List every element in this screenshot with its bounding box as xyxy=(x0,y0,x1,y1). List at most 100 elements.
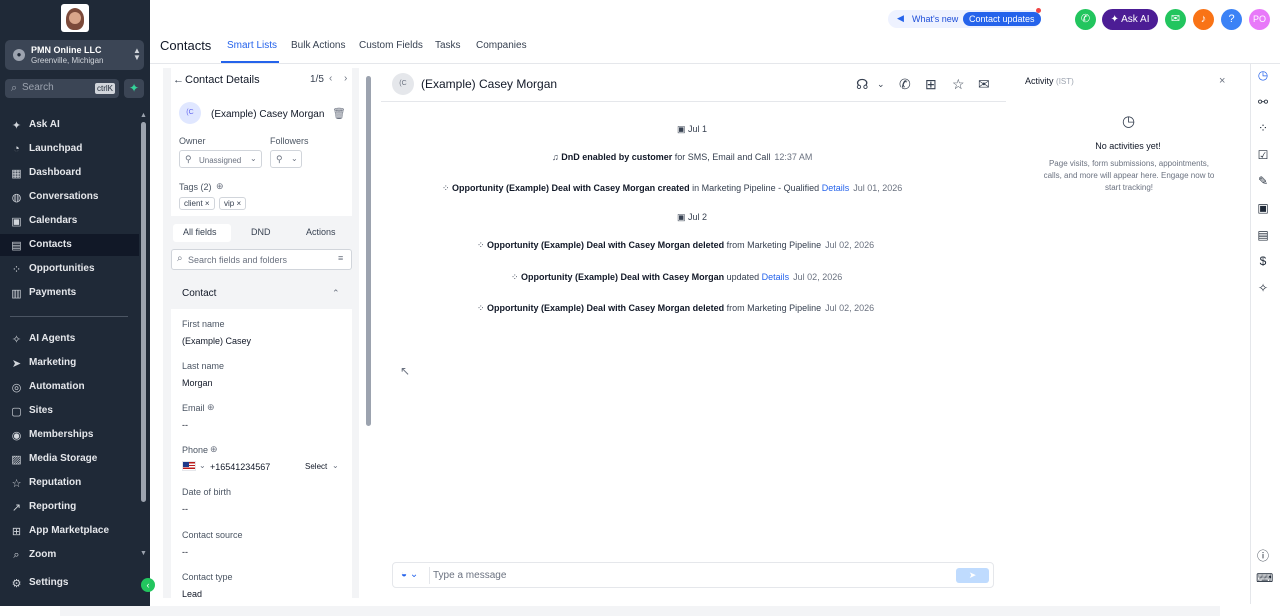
activity-clock-icon[interactable]: ◷ xyxy=(1256,68,1270,82)
collapse-sidebar-button[interactable]: ‹ xyxy=(141,578,155,592)
sidebar-item-memberships[interactable]: ◉ Memberships xyxy=(0,424,139,446)
mail-icon[interactable]: ✉ xyxy=(978,76,990,93)
sidebar-item-reporting[interactable]: ↗ Reporting xyxy=(0,496,139,518)
details-link[interactable]: Details xyxy=(762,272,790,282)
tab-tasks[interactable]: Tasks xyxy=(435,40,461,51)
sidebar-item-sites[interactable]: ▢ Sites xyxy=(0,400,139,422)
followers-label: Followers xyxy=(270,136,309,146)
sidebar-item-marketing[interactable]: ➤ Marketing xyxy=(0,352,139,374)
dob-value[interactable]: -- xyxy=(182,504,188,514)
details-scrollbar[interactable] xyxy=(366,76,371,426)
tag-chip[interactable]: vip × xyxy=(219,197,247,210)
sidebar-item-settings[interactable]: ⚙ Settings xyxy=(0,572,139,594)
workflow-icon[interactable]: ⚯ xyxy=(1256,95,1270,109)
filter-icon[interactable]: ≡ xyxy=(338,253,343,263)
notifications-bell-button[interactable]: ♪ xyxy=(1193,9,1214,30)
message-input[interactable]: Type a message xyxy=(429,567,913,584)
first-name-value[interactable]: (Example) Casey xyxy=(182,336,251,346)
horizontal-scrollbar[interactable] xyxy=(60,606,1220,616)
quick-action-button[interactable]: ✦ xyxy=(124,79,144,98)
fields-search-input[interactable]: ⌕ Search fields and folders ≡ xyxy=(171,249,352,270)
tasks-icon[interactable]: ☑ xyxy=(1256,148,1270,162)
sidebar-item-ask-ai[interactable]: ✦ Ask AI xyxy=(0,114,139,136)
email-value[interactable]: -- xyxy=(182,420,188,430)
help-button[interactable]: ? xyxy=(1221,9,1242,30)
chevron-down-icon[interactable]: ⌄ xyxy=(199,461,206,470)
sidebar-item-automation[interactable]: ◎ Automation xyxy=(0,376,139,398)
sidebar-item-calendars[interactable]: ▣ Calendars xyxy=(0,210,139,232)
sidebar-scrollbar[interactable] xyxy=(141,122,146,502)
folder-add-icon[interactable]: ⊞ xyxy=(925,76,937,93)
first-name-label: First name xyxy=(182,319,225,329)
scroll-down-icon[interactable]: ▼ xyxy=(140,550,147,557)
tab-smart-lists[interactable]: Smart Lists xyxy=(227,40,277,51)
document-icon[interactable]: ▤ xyxy=(1256,228,1270,242)
ask-ai-button[interactable]: ✦ Ask AI xyxy=(1102,9,1158,30)
call-icon[interactable]: ✆ xyxy=(899,76,911,93)
page-title: Contacts xyxy=(160,38,212,53)
scroll-up-icon[interactable]: ▲ xyxy=(140,112,147,119)
tab-companies[interactable]: Companies xyxy=(476,40,527,51)
chevron-down-icon[interactable]: ⌄ xyxy=(877,79,885,90)
ai-sparkle-icon[interactable]: ✧ xyxy=(1256,281,1270,295)
tab-all-fields[interactable]: All fields xyxy=(183,227,217,237)
trash-icon[interactable]: 🗑 xyxy=(332,107,346,120)
phone-type-select[interactable]: Select xyxy=(305,462,327,471)
message-composer: ◒ ⌄ Type a message ➤ xyxy=(392,562,994,588)
announcements-button[interactable]: ✉ xyxy=(1165,9,1186,30)
us-flag-icon[interactable] xyxy=(182,461,196,471)
sidebar-item-launchpad[interactable]: ◔ Launchpad xyxy=(0,138,139,160)
add-email-icon[interactable]: ⊕ xyxy=(207,402,215,413)
bell-icon: ♫ xyxy=(552,152,562,162)
sidebar-item-app-marketplace[interactable]: ⊞ App Marketplace xyxy=(0,520,139,542)
contact-section-header[interactable]: Contact ⌃ xyxy=(171,280,352,308)
last-name-value[interactable]: Morgan xyxy=(182,378,213,388)
info-icon[interactable]: ⓘ xyxy=(1256,547,1270,563)
whats-new-banner[interactable]: ◀ What's new Contact updates xyxy=(888,10,1041,28)
prev-contact-icon[interactable]: ‹ xyxy=(329,73,332,84)
sidebar-search[interactable]: ⌕ Search ctrlK xyxy=(5,79,119,98)
sidebar-item-payments[interactable]: ▥ Payments xyxy=(0,282,139,304)
tab-actions[interactable]: Actions xyxy=(306,227,336,237)
send-button[interactable]: ➤ xyxy=(956,568,989,583)
next-contact-icon[interactable]: › xyxy=(344,73,347,84)
close-icon[interactable]: × xyxy=(1219,75,1225,87)
star-icon[interactable]: ☆ xyxy=(952,76,965,93)
tab-dnd[interactable]: DND xyxy=(251,227,271,237)
owner-select[interactable]: ⚲ Unassigned ⌄ xyxy=(179,150,262,168)
add-tag-icon[interactable]: ⊕ xyxy=(216,181,224,192)
sidebar-item-zoom[interactable]: ⌕ Zoom xyxy=(0,544,139,566)
phone-button[interactable]: ✆ xyxy=(1075,9,1096,30)
contact-updates-badge[interactable]: Contact updates xyxy=(963,12,1041,26)
payments-icon[interactable]: $ xyxy=(1256,254,1270,268)
tab-custom-fields[interactable]: Custom Fields xyxy=(359,40,423,51)
keyboard-icon[interactable]: ⌨ xyxy=(1256,571,1273,585)
account-switcher[interactable]: ● PMN Online LLC Greenville, Michigan ▲ ▼ xyxy=(5,40,144,70)
channel-select-icon[interactable]: ☊ xyxy=(856,76,868,93)
contact-source-value[interactable]: -- xyxy=(182,547,188,557)
calendar-icon[interactable]: ▣ xyxy=(1256,201,1270,215)
message-channel-icon[interactable]: ◒ ⌄ xyxy=(401,569,418,580)
account-name: PMN Online LLC xyxy=(31,45,102,55)
sidebar-item-opportunities[interactable]: ⁘ Opportunities xyxy=(0,258,139,280)
sidebar-item-contacts[interactable]: ▤ Contacts xyxy=(0,234,139,256)
sidebar-item-dashboard[interactable]: ▦ Dashboard xyxy=(0,162,139,184)
sidebar-item-media-storage[interactable]: ▨ Media Storage xyxy=(0,448,139,470)
contacts-icon: ▤ xyxy=(11,240,22,252)
tab-bulk-actions[interactable]: Bulk Actions xyxy=(291,40,345,51)
opportunity-icon[interactable]: ⁘ xyxy=(1256,121,1270,135)
details-link[interactable]: Details xyxy=(822,183,850,193)
user-avatar[interactable]: PO xyxy=(1249,9,1270,30)
followers-select[interactable]: ⚲ ⌄ xyxy=(270,150,302,168)
contact-type-value[interactable]: Lead xyxy=(182,589,202,597)
back-arrow-icon[interactable]: ← xyxy=(173,74,184,86)
phone-value[interactable]: +16541234567 xyxy=(210,462,270,472)
sidebar-item-reputation[interactable]: ☆ Reputation xyxy=(0,472,139,494)
company-logo[interactable] xyxy=(61,4,89,32)
sidebar-item-ai-agents[interactable]: ✧ AI Agents xyxy=(0,328,139,350)
tag-chip[interactable]: client × xyxy=(179,197,215,210)
notes-icon[interactable]: ✎ xyxy=(1256,174,1270,188)
sidebar-item-conversations[interactable]: ◍ Conversations xyxy=(0,186,139,208)
event-time: Jul 02, 2026 xyxy=(825,240,875,250)
add-phone-icon[interactable]: ⊕ xyxy=(210,444,218,455)
